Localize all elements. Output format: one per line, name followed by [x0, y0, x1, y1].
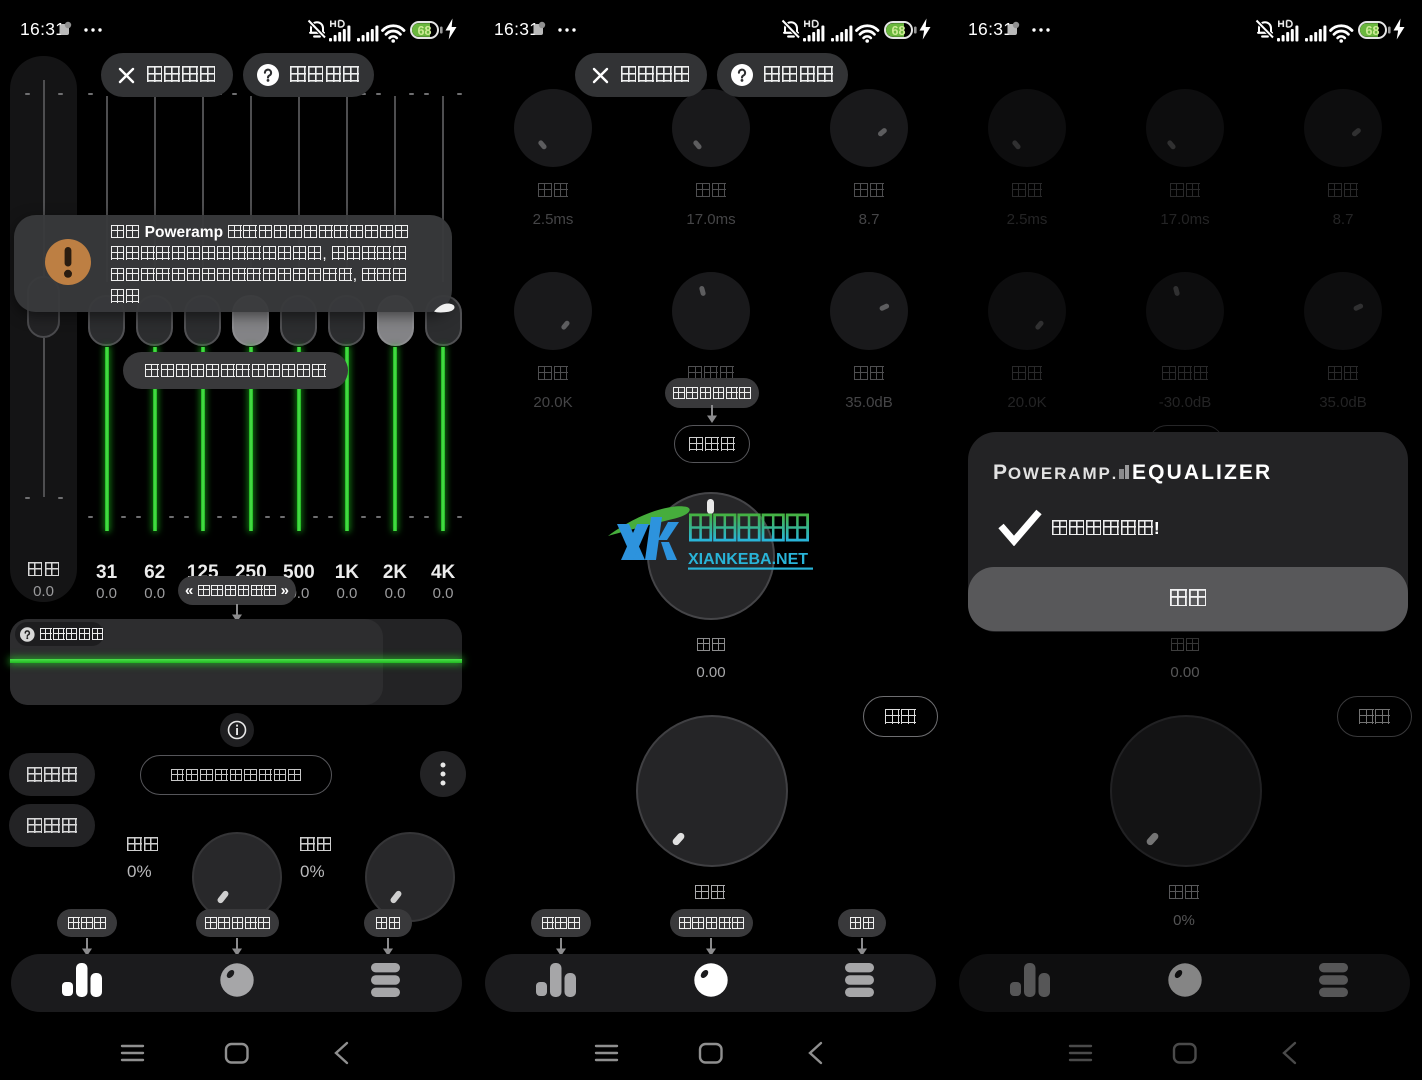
svg-text:68: 68: [892, 24, 906, 38]
svg-text:68: 68: [418, 24, 432, 38]
svg-text:XIANKEBA.NET: XIANKEBA.NET: [688, 551, 808, 568]
